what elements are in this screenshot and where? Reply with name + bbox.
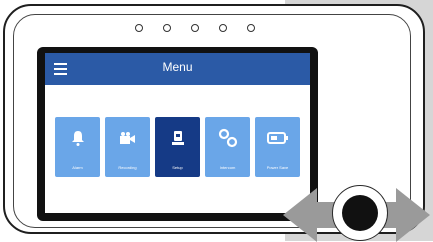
tile-label: Power Save xyxy=(266,165,289,170)
page-title: Menu xyxy=(162,60,193,74)
tile-label: Recording xyxy=(118,165,137,170)
wrench-icon xyxy=(155,127,200,149)
indicator-dot xyxy=(219,24,227,32)
menu-topbar: Menu xyxy=(45,53,310,85)
camera-icon xyxy=(105,127,150,149)
indicator-dot xyxy=(163,24,171,32)
display-screen: Menu Alarm Recording Setup Intercom Powe… xyxy=(45,53,310,213)
bell-icon xyxy=(55,127,100,149)
indicator-dots xyxy=(135,24,255,38)
tile-label: Alarm xyxy=(72,165,83,170)
tile-intercom[interactable]: Intercom xyxy=(205,117,250,177)
indicator-dot xyxy=(247,24,255,32)
right-arrow-icon xyxy=(396,188,430,242)
tile-label: Intercom xyxy=(219,165,236,170)
tile-recording[interactable]: Recording xyxy=(105,117,150,177)
tile-power-save[interactable]: Power Save xyxy=(255,117,300,177)
indicator-dot xyxy=(135,24,143,32)
menu-tiles: Alarm Recording Setup Intercom Power Sav xyxy=(55,117,305,183)
tile-alarm[interactable]: Alarm xyxy=(55,117,100,177)
battery-icon xyxy=(255,127,300,149)
tile-label: Setup xyxy=(172,165,183,170)
tile-setup[interactable]: Setup xyxy=(155,117,200,177)
indicator-dot xyxy=(191,24,199,32)
navigation-joystick-knob[interactable] xyxy=(342,195,378,231)
link-icon xyxy=(205,127,250,149)
left-arrow-icon xyxy=(283,188,317,242)
